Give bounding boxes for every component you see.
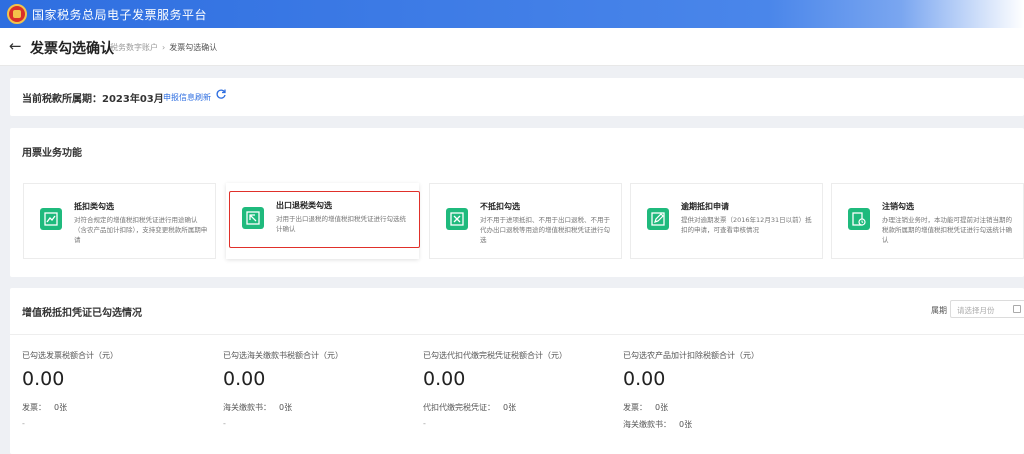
stat-count-row: 发票： 0张 — [623, 402, 813, 413]
card-title: 注销勾选 — [882, 202, 914, 211]
stat-invoice-tax: 已勾选发票税额合计（元） 0.00 发票： 0张 - — [22, 350, 212, 428]
card-non-deduction-selection[interactable]: 不抵扣勾选 对不用于进项抵扣、不用于出口退税、不用于代办出口退税等用途的增值税扣… — [429, 183, 622, 259]
cancellation-clock-doc-icon — [848, 208, 870, 230]
tax-period-label: 当前税款所属期：2023年03月 — [22, 94, 164, 105]
card-title: 逾期抵扣申请 — [681, 202, 729, 211]
refresh-declaration-link[interactable]: 申报信息刷新 — [163, 92, 211, 103]
breadcrumb-item-current: 发票勾选确认 — [169, 43, 218, 52]
breadcrumb: 税务数字账户 › 发票勾选确认 — [110, 42, 217, 53]
stat-count-value[interactable]: 0张 — [655, 403, 668, 412]
summary-title: 增值税抵扣凭证已勾选情况 — [22, 308, 142, 319]
stat-customs-tax: 已勾选海关缴款书税额合计（元） 0.00 海关缴款书： 0张 - — [223, 350, 413, 428]
period-month-picker[interactable]: 请选择月份 — [950, 300, 1024, 318]
stat-count-value[interactable]: 0张 — [54, 403, 67, 412]
tax-period-panel: 当前税款所属期：2023年03月 申报信息刷新 — [10, 78, 1024, 116]
period-placeholder: 请选择月份 — [957, 306, 995, 315]
stat-count-key: 海关缴款书： — [223, 403, 271, 412]
period-filter-label: 属期 — [931, 306, 947, 315]
stat-dash: - — [423, 419, 426, 428]
stat-count-value[interactable]: 0张 — [503, 403, 516, 412]
stat-value: 0.00 — [423, 368, 466, 390]
card-title: 出口退税类勾选 — [276, 201, 332, 210]
stat-agri-deduction-tax: 已勾选农产品加计扣除税额合计（元） 0.00 发票： 0张 海关缴款书： 0张 — [623, 350, 813, 430]
platform-title: 国家税务总局电子发票服务平台 — [32, 8, 208, 22]
stat-label: 已勾选农产品加计扣除税额合计（元） — [623, 351, 759, 360]
card-export-refund-selection[interactable]: 出口退税类勾选 对用于出口退税的增值税扣税凭证进行勾选统计确认 — [226, 183, 419, 259]
stat-dash: - — [22, 419, 25, 428]
card-description: 对不用于进项抵扣、不用于出口退税、不用于代办出口退税等用途的增值税扣税凭证进行勾… — [480, 216, 610, 244]
top-bar: 国家税务总局电子发票服务平台 — [0, 0, 1024, 28]
breadcrumb-item-account[interactable]: 税务数字账户 — [110, 43, 158, 52]
export-refund-doc-icon — [242, 207, 264, 229]
card-description: 对符合规定的增值税扣税凭证进行用途确认（含农产品加计扣除），支持变更税款所属期申… — [74, 216, 208, 244]
stat-count-key: 海关缴款书： — [623, 420, 671, 429]
card-overdue-deduction-application[interactable]: 逾期抵扣申请 提供对逾期发票（2016年12月31日以前）抵扣的申请，可查看审核… — [630, 183, 823, 259]
tax-emblem-icon — [7, 4, 27, 24]
divider — [10, 334, 1024, 335]
stat-count-row: 海关缴款书： 0张 — [623, 419, 813, 430]
card-title: 不抵扣勾选 — [480, 202, 520, 211]
stat-value: 0.00 — [22, 368, 65, 390]
card-description: 对用于出口退税的增值税扣税凭证进行勾选统计确认 — [276, 215, 406, 233]
stat-value: 0.00 — [223, 368, 266, 390]
overdue-edit-doc-icon — [647, 208, 669, 230]
stat-count-value[interactable]: 0张 — [679, 420, 692, 429]
card-cancellation-selection[interactable]: 注销勾选 办理注销业务时，本功能可提前对注销当期的税款所属期的增值税扣税凭证进行… — [831, 183, 1024, 259]
business-functions-panel: 用票业务功能 抵扣类勾选 对符合规定的增值税扣税凭证进行用途确认（含农产品加计扣… — [10, 128, 1024, 277]
stat-label: 已勾选海关缴款书税额合计（元） — [223, 351, 343, 360]
stat-label: 已勾选发票税额合计（元） — [22, 351, 118, 360]
stat-value: 0.00 — [623, 368, 666, 390]
page-title: 发票勾选确认 — [30, 41, 114, 57]
calendar-icon — [1013, 305, 1021, 313]
stat-count-key: 发票： — [623, 403, 647, 412]
card-description: 办理注销业务时，本功能可提前对注销当期的税款所属期的增值税扣税凭证进行勾选统计确… — [882, 216, 1012, 244]
breadcrumb-separator: › — [162, 43, 166, 52]
stat-label: 已勾选代扣代缴完税凭证税额合计（元） — [423, 351, 567, 360]
stat-dash: - — [223, 419, 226, 428]
stat-count-value[interactable]: 0张 — [279, 403, 292, 412]
card-description: 提供对逾期发票（2016年12月31日以前）抵扣的申请，可查看审核情况 — [681, 216, 812, 234]
business-functions-title: 用票业务功能 — [22, 148, 82, 159]
stat-count-row: 海关缴款书： 0张 — [223, 402, 413, 413]
page-header: ← 发票勾选确认 税务数字账户 › 发票勾选确认 — [0, 28, 1024, 66]
card-title: 抵扣类勾选 — [74, 202, 114, 211]
stat-count-row: 代扣代缴完税凭证： 0张 — [423, 402, 613, 413]
stat-withholding-tax: 已勾选代扣代缴完税凭证税额合计（元） 0.00 代扣代缴完税凭证： 0张 - — [423, 350, 613, 428]
selected-summary-panel: 增值税抵扣凭证已勾选情况 属期 请选择月份 已勾选发票税额合计（元） 0.00 … — [10, 288, 1024, 454]
stat-count-row: 发票： 0张 — [22, 402, 212, 413]
card-deduction-selection[interactable]: 抵扣类勾选 对符合规定的增值税扣税凭证进行用途确认（含农产品加计扣除），支持变更… — [23, 183, 216, 259]
non-deduction-doc-icon — [446, 208, 468, 230]
back-arrow-icon[interactable]: ← — [9, 37, 22, 55]
stat-count-key: 发票： — [22, 403, 46, 412]
deduction-doc-icon — [40, 208, 62, 230]
refresh-icon[interactable] — [215, 88, 227, 100]
stat-count-key: 代扣代缴完税凭证： — [423, 403, 495, 412]
